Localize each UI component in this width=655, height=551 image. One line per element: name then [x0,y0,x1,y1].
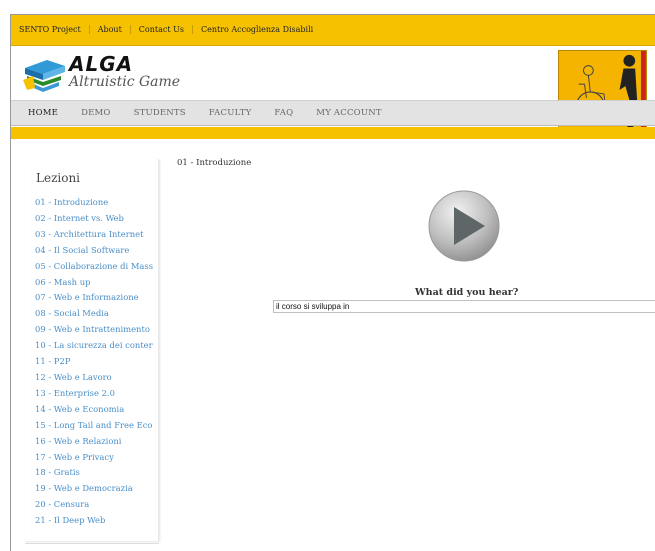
lesson-item[interactable]: 01 - Introduzione [35,195,158,211]
page-frame: SENTO Project About Contact Us Centro Ac… [10,14,655,551]
top-links: SENTO Project About Contact Us Centro Ac… [19,25,321,34]
nav-students[interactable]: STUDENTS [134,108,186,118]
nav-accent-stripe [11,127,655,139]
top-link-about[interactable]: About [88,25,130,34]
lesson-item[interactable]: 21 - Il Deep Web [35,513,158,529]
lesson-item[interactable]: 08 - Social Media [35,306,158,322]
top-link-centro-accoglienza[interactable]: Centro Accoglienza Disabili [191,25,321,34]
lesson-item[interactable]: 15 - Long Tail and Free Eco [35,418,158,434]
lesson-item[interactable]: 03 - Architettura Internet [35,227,158,243]
nav-demo[interactable]: DEMO [81,108,111,118]
lesson-item[interactable]: 10 - La sicurezza dei conter [35,338,158,354]
lesson-item[interactable]: 17 - Web e Privacy [35,450,158,466]
lesson-item[interactable]: 02 - Internet vs. Web [35,211,158,227]
top-link-sento-project[interactable]: SENTO Project [19,25,89,34]
site-header: ALGA Altruistic Game [11,46,655,128]
lesson-item[interactable]: 20 - Censura [35,497,158,513]
lesson-item[interactable]: 07 - Web e Informazione [35,290,158,306]
question-label: What did you hear? [415,287,519,298]
nav-faculty[interactable]: FACULTY [209,108,252,118]
lesson-item[interactable]: 05 - Collaborazione di Mass [35,259,158,275]
lesson-item[interactable]: 12 - Web e Lavoro [35,370,158,386]
lessons-list: 01 - Introduzione 02 - Internet vs. Web … [35,195,158,529]
lesson-title: 01 - Introduzione [177,158,252,168]
books-logo-icon [23,60,65,92]
lesson-item[interactable]: 13 - Enterprise 2.0 [35,386,158,402]
lessons-sidebar: Lezioni 01 - Introduzione 02 - Internet … [25,159,159,541]
sidebar-title: Lezioni [36,171,81,185]
lesson-item[interactable]: 14 - Web e Economia [35,402,158,418]
lesson-item[interactable]: 04 - Il Social Software [35,243,158,259]
logo-subtitle: Altruistic Game [69,74,181,90]
lesson-item[interactable]: 18 - Gratis [35,465,158,481]
nav-home[interactable]: HOME [28,108,58,118]
answer-input[interactable] [273,300,655,313]
play-button-icon[interactable] [427,189,501,263]
nav-my-account[interactable]: MY ACCOUNT [316,108,381,118]
lesson-item[interactable]: 16 - Web e Relazioni [35,434,158,450]
top-bar: SENTO Project About Contact Us Centro Ac… [11,15,655,46]
top-link-contact-us[interactable]: Contact Us [129,25,192,34]
lesson-item[interactable]: 11 - P2P [35,354,158,370]
sidebar-bottom-divider [25,543,159,544]
lesson-item[interactable]: 09 - Web e Intrattenimento [35,322,158,338]
main-nav: HOME DEMO STUDENTS FACULTY FAQ MY ACCOUN… [11,100,655,126]
nav-faq[interactable]: FAQ [274,108,293,118]
lesson-item[interactable]: 06 - Mash up [35,275,158,291]
logo-title: ALGA [69,52,134,76]
lesson-item[interactable]: 19 - Web e Democrazia [35,481,158,497]
